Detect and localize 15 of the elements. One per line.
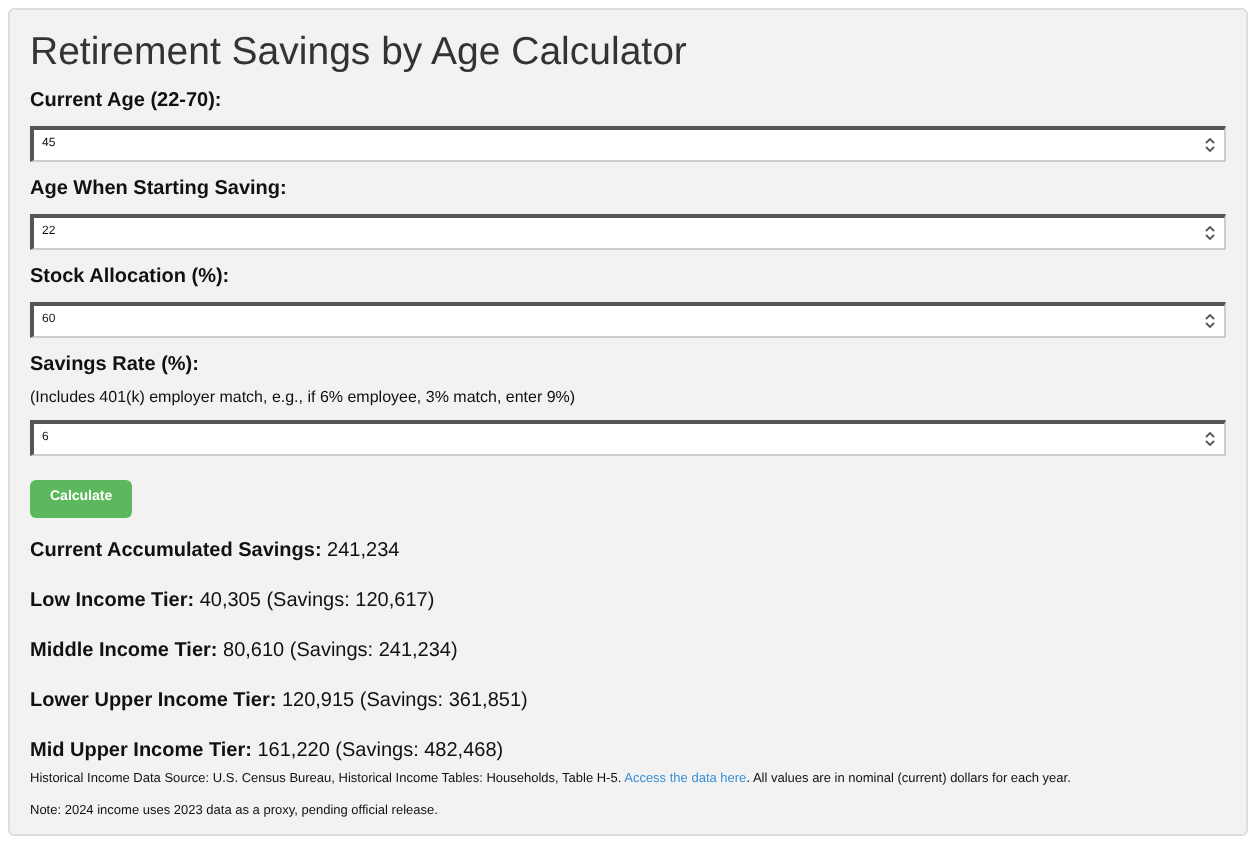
result-line: Middle Income Tier: 80,610 (Savings: 241,234) — [30, 638, 458, 664]
field-label: Savings Rate (%): — [30, 354, 199, 378]
spinner-icon[interactable] — [1204, 312, 1216, 330]
spinner-icon[interactable] — [1204, 430, 1216, 448]
result-line: Lower Upper Income Tier: 120,915 (Savings: 361,851) — [30, 688, 528, 714]
result-line: Mid Upper Income Tier: 161,220 (Savings: 482,468) — [30, 738, 504, 764]
page-title: Retirement Savings by Age Calculator — [30, 30, 687, 74]
field-label: Age When Starting Saving: — [30, 178, 287, 202]
field-label: Current Age (22-70): — [30, 90, 222, 114]
result-line: Low Income Tier: 40,305 (Savings: 120,617) — [30, 588, 435, 614]
result-line: Current Accumulated Savings: 241,234 — [30, 538, 400, 564]
field-label: Stock Allocation (%): — [30, 266, 230, 290]
field-hint: (Includes 401(k) employer match, e.g., if 6% employee, 3% match, enter 9%) — [30, 388, 576, 408]
spinner-icon[interactable] — [1204, 224, 1216, 242]
spinner-icon[interactable] — [1204, 136, 1216, 154]
